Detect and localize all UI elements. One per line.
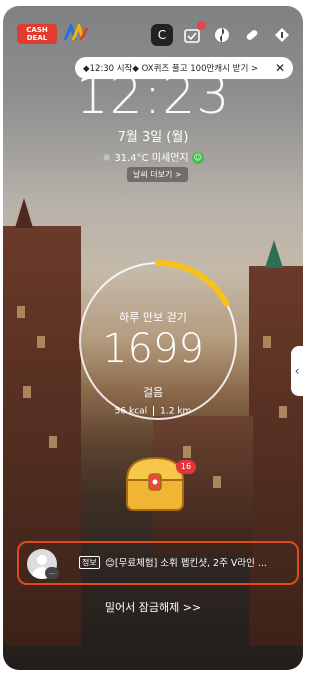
- info-gift-icon[interactable]: [271, 24, 293, 46]
- slide-to-unlock[interactable]: 밀어서 잠금해제 >>: [3, 599, 303, 615]
- wallpaper: CASH DEAL C ◆12:30 시작◆ OX퀴즈 풀고 100만캐시 받기…: [3, 6, 303, 670]
- clock: 12:23: [75, 66, 231, 126]
- notification-badge: [197, 21, 206, 30]
- news-banner[interactable]: … 정보 😊[무료체험] 소휘 펩킨샷, 2주 V라인 ...: [17, 541, 299, 585]
- chevron-left-icon[interactable]: ‹: [291, 346, 303, 396]
- cashwalk-c-icon[interactable]: C: [151, 24, 173, 46]
- date: 7월 3일 (월): [117, 130, 189, 145]
- pill-icon[interactable]: [241, 24, 263, 46]
- step-stats: 56 kcal 1.2 km: [3, 406, 303, 417]
- dust-label: 미세먼지: [151, 153, 189, 164]
- window: [49, 436, 57, 448]
- divider: [153, 406, 155, 416]
- chest-count-badge: 16: [176, 460, 196, 474]
- weather-row: ☼ 31.4°C 미세먼지 ☺: [3, 149, 303, 164]
- kcal: 56 kcal: [114, 406, 148, 417]
- calendar-icon[interactable]: [181, 21, 206, 46]
- news-tag: 정보: [79, 556, 100, 569]
- distance: 1.2 km: [160, 406, 192, 417]
- news-text: 😊[무료체험] 소휘 펩킨샷, 2주 V라인 ...: [105, 558, 267, 569]
- window: [213, 476, 221, 488]
- more-weather-button[interactable]: 날씨 더보기 >: [127, 167, 188, 182]
- lock-screen: CASH DEAL C ◆12:30 시작◆ OX퀴즈 풀고 100만캐시 받기…: [0, 0, 306, 674]
- top-icons: C: [151, 21, 293, 46]
- sun-icon: ☼: [102, 153, 112, 164]
- step-count: 1699: [102, 326, 204, 372]
- cashdeal-logo[interactable]: CASH DEAL: [17, 24, 57, 44]
- top-bar: CASH DEAL C: [3, 6, 303, 50]
- pedometer-title: 하루 만보 걷기: [119, 311, 187, 324]
- swirl-icon[interactable]: [211, 24, 233, 46]
- temperature: 31.4°C: [114, 153, 149, 164]
- chat-icon: …: [45, 567, 59, 579]
- step-unit: 걸음: [142, 386, 164, 399]
- brand-logo-icon[interactable]: [63, 24, 91, 42]
- step-progress-arc: [155, 260, 230, 307]
- smile-icon: ☺: [191, 152, 204, 164]
